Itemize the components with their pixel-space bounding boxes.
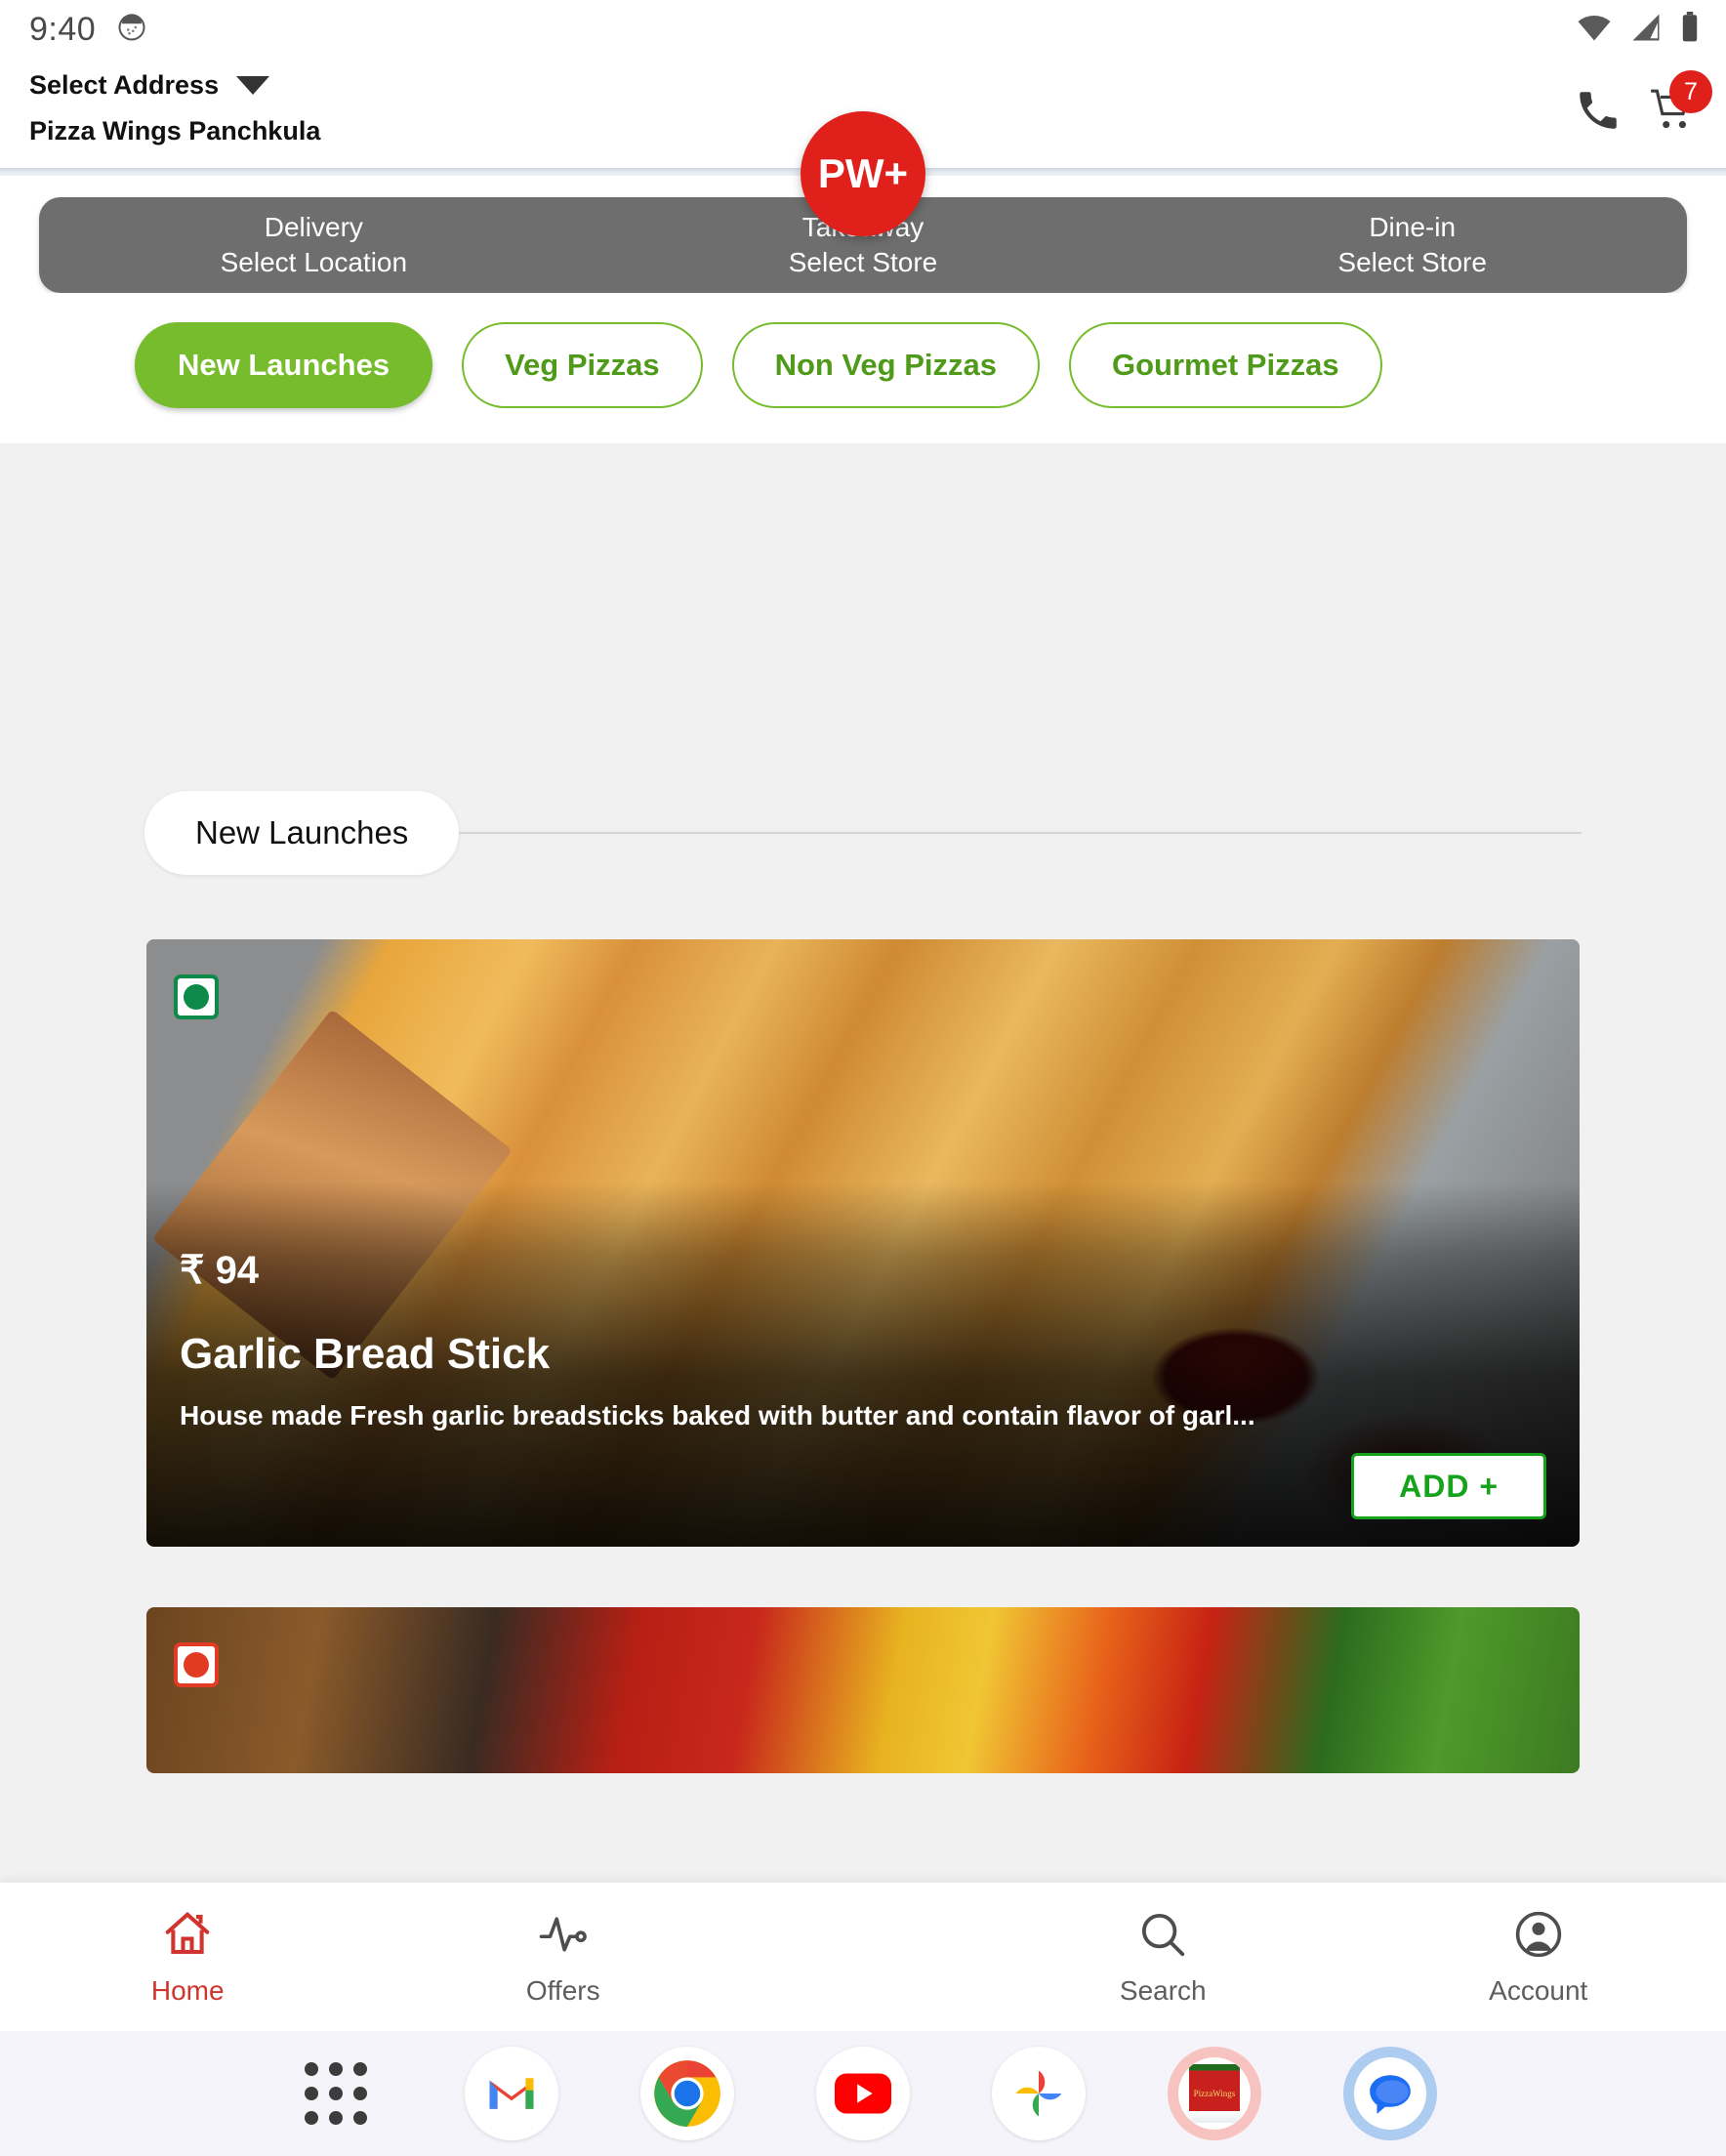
section-divider [459, 832, 1582, 834]
cart-badge: 7 [1669, 70, 1712, 113]
pizza-wings-app-label: PizzaWings [1189, 2064, 1240, 2123]
status-bar-right [1576, 11, 1701, 48]
service-tab-title: Delivery [264, 212, 363, 242]
chrome-icon [640, 2047, 734, 2140]
service-tab-title: Dine-in [1369, 212, 1457, 242]
dock-chrome[interactable] [599, 2047, 775, 2140]
nonveg-indicator-icon [174, 1642, 219, 1687]
dock-google-photos[interactable] [951, 2047, 1127, 2140]
store-name: Pizza Wings Panchkula [29, 116, 321, 145]
status-bar-left: 9:40 [29, 11, 146, 49]
home-icon [161, 1908, 214, 1966]
dock-gmail[interactable] [424, 2047, 599, 2140]
google-messages-icon [1343, 2047, 1437, 2140]
nav-label: Offers [525, 1974, 600, 2006]
product-description: House made Fresh garlic breadsticks bake… [180, 1400, 1255, 1430]
battery-icon [1679, 11, 1701, 48]
product-image [146, 1607, 1580, 1773]
pw-plus-fab[interactable]: PW+ [801, 111, 925, 236]
nav-item-search[interactable]: Search [975, 1908, 1351, 2007]
bottom-navigation: Home Offers Search Account [0, 1883, 1726, 2031]
category-pill-non-veg-pizzas[interactable]: Non Veg Pizzas [731, 322, 1040, 408]
product-info: ₹ 94 Garlic Bread Stick House made Fresh… [146, 1248, 1580, 1547]
cart-button[interactable]: 7 [1648, 70, 1712, 140]
header-actions: 7 [1574, 64, 1712, 140]
app-drawer-icon [305, 2062, 367, 2125]
category-pill-veg-pizzas[interactable]: Veg Pizzas [462, 322, 703, 408]
dock-app-drawer[interactable] [248, 2062, 424, 2125]
category-pill-new-launches[interactable]: New Launches [135, 322, 433, 408]
signal-icon [1628, 13, 1664, 47]
search-icon [1136, 1908, 1189, 1966]
status-time: 9:40 [29, 10, 97, 48]
wifi-icon [1576, 13, 1613, 47]
add-row: ADD + [180, 1453, 1546, 1519]
section-title: New Launches [144, 791, 460, 875]
google-photos-icon [992, 2047, 1086, 2140]
nav-label: Search [1119, 1974, 1207, 2006]
gmail-icon [465, 2047, 558, 2140]
product-price: ₹ 94 [180, 1249, 260, 1292]
nav-item-account[interactable]: Account [1351, 1908, 1726, 2007]
category-pill-row[interactable]: New Launches Veg Pizzas Non Veg Pizzas G… [0, 293, 1726, 443]
service-tab-subtitle: Select Store [788, 247, 938, 277]
category-pill-gourmet-pizzas[interactable]: Gourmet Pizzas [1069, 322, 1382, 408]
nav-label: Account [1489, 1974, 1588, 2006]
product-card-next[interactable] [146, 1607, 1580, 1773]
camera-icon [117, 13, 146, 47]
status-bar: 9:40 [0, 0, 1726, 59]
service-tab-dinein[interactable]: Dine-in Select Store [1137, 197, 1687, 293]
veg-indicator-icon [174, 974, 219, 1019]
add-button[interactable]: ADD + [1351, 1453, 1546, 1519]
nav-label: Home [150, 1974, 225, 2006]
service-tab-subtitle: Select Location [220, 247, 408, 277]
service-tab-subtitle: Select Store [1337, 247, 1487, 277]
nav-item-offers[interactable]: Offers [376, 1908, 752, 2007]
chevron-down-icon [236, 76, 270, 95]
dock-google-messages[interactable] [1302, 2047, 1478, 2140]
pulse-icon [537, 1908, 590, 1966]
android-dock: PizzaWings [0, 2031, 1726, 2156]
address-selector[interactable]: Select Address [29, 70, 320, 101]
pizza-wings-icon: PizzaWings [1168, 2047, 1261, 2140]
address-block: Select Address Pizza Wings Panchkula [29, 64, 320, 146]
section-header: New Launches [0, 750, 1726, 875]
product-card[interactable]: ₹ 94 Garlic Bread Stick House made Fresh… [146, 939, 1580, 1547]
phone-icon[interactable] [1574, 86, 1623, 140]
address-label: Select Address [29, 70, 220, 100]
dock-youtube[interactable] [775, 2047, 951, 2140]
product-name: Garlic Bread Stick [180, 1330, 551, 1378]
youtube-icon [816, 2047, 910, 2140]
nav-item-home[interactable]: Home [0, 1908, 376, 2007]
account-icon [1512, 1908, 1565, 1966]
dock-pizza-wings[interactable]: PizzaWings [1127, 2047, 1302, 2140]
service-tab-delivery[interactable]: Delivery Select Location [39, 197, 589, 293]
